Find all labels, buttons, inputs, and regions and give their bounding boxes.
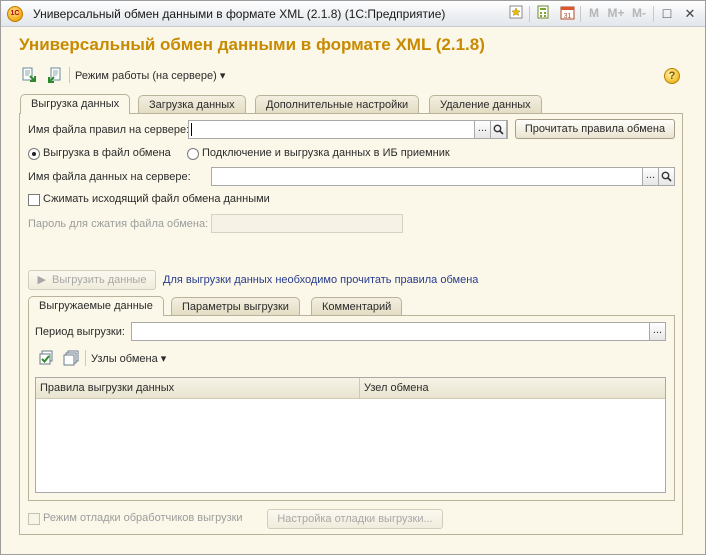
rules-file-label: Имя файла правил на сервере: [28,124,190,136]
period-input[interactable]: ... [131,322,666,341]
debug-mode-checkbox[interactable] [28,513,40,525]
password-label: Пароль для сжатия файла обмена: [28,218,209,230]
exchange-nodes-menu[interactable]: Узлы обмена ▾ [91,352,166,365]
title-bar: 1С Универсальный обмен данными в формате… [1,1,705,27]
tab-export-parameters[interactable]: Параметры выгрузки [171,297,300,316]
radio-export-to-file-label[interactable]: Выгрузка в файл обмена [43,147,171,159]
ellipsis-icon[interactable]: ... [474,120,491,139]
tab-additional-settings[interactable]: Дополнительные настройки [255,95,420,114]
calculator-icon[interactable] [534,5,552,23]
column-export-rules[interactable]: Правила выгрузки данных [36,378,174,399]
chevron-down-icon: ▾ [219,70,226,82]
tab-comment[interactable]: Комментарий [311,297,403,316]
ellipsis-icon[interactable]: ... [642,167,659,186]
search-icon[interactable] [490,120,507,139]
read-rules-button[interactable]: Прочитать правила обмена [515,119,675,139]
export-rules-table[interactable]: Правила выгрузки данных Узел обмена [35,377,666,493]
password-input[interactable] [211,214,403,233]
debug-settings-button[interactable]: Настройка отладки выгрузки... [267,509,443,529]
close-icon[interactable]: ✕ [681,5,699,23]
favorite-icon[interactable] [507,5,525,23]
1c-app-icon[interactable]: 1С [7,6,23,22]
data-file-label: Имя файла данных на сервере: [28,171,191,183]
tab-import[interactable]: Загрузка данных [138,95,246,114]
column-exchange-node[interactable]: Узел обмена [360,378,429,399]
radio-export-to-file[interactable] [28,148,40,160]
radio-export-to-db[interactable] [187,148,199,160]
memory-plus-button[interactable]: M+ [605,5,627,23]
memory-minus-button[interactable]: M- [629,5,649,23]
radio-export-to-db-label[interactable]: Подключение и выгрузка данных в ИБ прием… [202,147,450,159]
read-rules-hint[interactable]: Для выгрузки данных необходимо прочитать… [163,274,478,286]
export-data-label: Выгрузить данные [51,274,147,286]
help-icon[interactable]: ? [664,68,680,84]
check-all-icon[interactable] [38,350,54,366]
table-header: Правила выгрузки данных Узел обмена [36,378,665,399]
compress-checkbox[interactable] [28,194,40,206]
svg-text:31: 31 [563,13,571,20]
export-data-button[interactable]: ▶ Выгрузить данные [28,270,156,290]
form-heading: Универсальный обмен данными в формате XM… [19,35,485,54]
tab-exported-data[interactable]: Выгружаемые данные [28,296,164,316]
compress-label[interactable]: Сжимать исходящий файл обмена данными [43,193,270,205]
rules-file-input[interactable]: ... [188,120,508,139]
mode-menu-button[interactable]: Режим работы (на сервере) ▾ [75,69,225,82]
memory-m-button[interactable]: M [585,5,603,23]
mode-menu-label: Режим работы (на сервере) [75,70,217,82]
play-icon: ▶ [37,274,46,286]
calendar-icon[interactable]: 31 [558,5,576,23]
data-file-input[interactable]: ... [211,167,675,186]
restore-icon[interactable]: □ [658,5,676,23]
tab-export[interactable]: Выгрузка данных [20,94,131,114]
load-settings-icon[interactable] [47,67,63,83]
save-settings-icon[interactable] [21,67,37,83]
chevron-down-icon: ▾ [160,353,167,365]
tab-delete-data[interactable]: Удаление данных [429,95,542,114]
debug-mode-label[interactable]: Режим отладки обработчиков выгрузки [43,512,243,524]
ellipsis-icon[interactable]: ... [649,322,666,341]
app-window: 1С Универсальный обмен данными в формате… [0,0,706,555]
uncheck-all-icon[interactable] [63,350,79,366]
search-icon[interactable] [658,167,675,186]
window-title: Универсальный обмен данными в формате XM… [33,7,446,21]
exchange-nodes-label: Узлы обмена [91,353,158,365]
period-label: Период выгрузки: [35,326,125,338]
